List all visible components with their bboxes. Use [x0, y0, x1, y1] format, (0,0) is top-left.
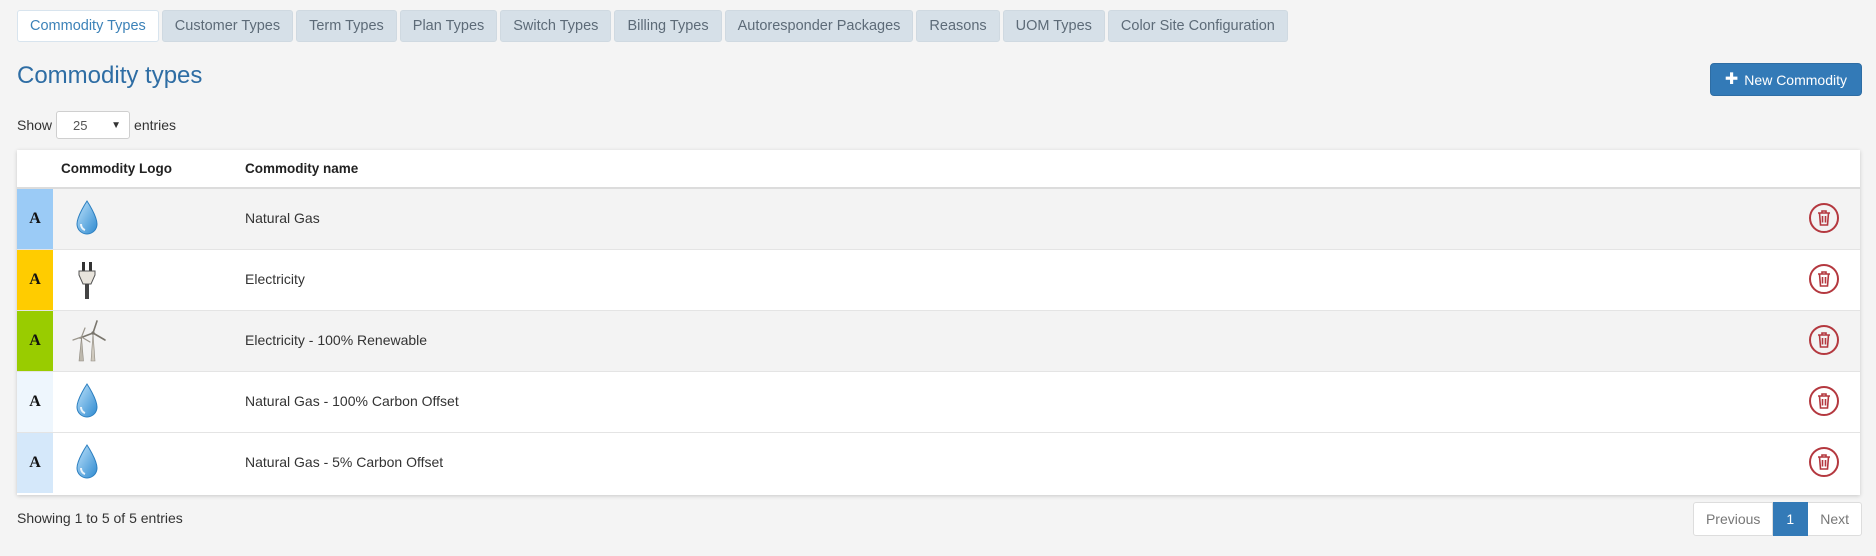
table-row: A Natural Gas - 5% Carbon Offset [17, 433, 1860, 493]
color-swatch: A [17, 250, 53, 310]
delete-button[interactable] [1809, 264, 1839, 294]
wind-turbine-icon [72, 320, 106, 362]
water-drop-icon [76, 444, 98, 479]
trash-icon [1818, 210, 1830, 226]
commodity-name: Electricity [245, 271, 305, 287]
plus-icon: ✚ [1724, 70, 1739, 88]
previous-page-button[interactable]: Previous [1692, 502, 1774, 536]
tab-autoresponder-packages[interactable]: Autoresponder Packages [724, 10, 914, 42]
tab-billing-types[interactable]: Billing Types [614, 10, 722, 42]
water-drop-icon [76, 383, 98, 418]
length-control: Show 25 ▼ entries [17, 111, 176, 139]
tab-color-site-configuration[interactable]: Color Site Configuration [1107, 10, 1288, 42]
table-header: Commodity Logo Commodity name [17, 150, 1860, 189]
tab-bar: Commodity Types Customer Types Term Type… [17, 10, 1288, 42]
entries-label: entries [134, 117, 177, 133]
table-info: Showing 1 to 5 of 5 entries [17, 510, 183, 526]
electric-plug-icon [78, 262, 96, 299]
table-row: A Natural Gas - 100% Carbon Offset [17, 372, 1860, 433]
tab-plan-types[interactable]: Plan Types [399, 10, 498, 42]
tab-customer-types[interactable]: Customer Types [161, 10, 294, 42]
delete-button[interactable] [1809, 447, 1839, 477]
next-page-button[interactable]: Next [1808, 502, 1862, 536]
page-length-value: 25 [73, 117, 88, 133]
tab-term-types[interactable]: Term Types [296, 10, 397, 42]
column-header-name[interactable]: Commodity name [245, 161, 358, 176]
table-row: A Natural Gas [17, 189, 1860, 250]
delete-button[interactable] [1809, 203, 1839, 233]
page-length-select[interactable]: 25 ▼ [56, 111, 131, 139]
page-1-button[interactable]: 1 [1773, 502, 1809, 536]
trash-icon [1818, 271, 1830, 287]
new-commodity-button[interactable]: ✚ New Commodity [1709, 63, 1862, 96]
color-swatch: A [17, 433, 53, 493]
delete-button[interactable] [1809, 325, 1839, 355]
trash-icon [1818, 393, 1830, 409]
water-drop-icon [76, 200, 98, 235]
commodity-name: Natural Gas - 100% Carbon Offset [245, 393, 459, 409]
tab-commodity-types[interactable]: Commodity Types [17, 10, 159, 42]
tab-switch-types[interactable]: Switch Types [500, 10, 612, 42]
tab-uom-types[interactable]: UOM Types [1002, 10, 1105, 42]
commodity-name: Natural Gas [245, 210, 320, 226]
color-swatch: A [17, 189, 53, 249]
new-commodity-label: New Commodity [1744, 71, 1847, 88]
tab-reasons[interactable]: Reasons [916, 10, 1000, 42]
color-swatch: A [17, 372, 53, 432]
chevron-down-icon: ▼ [111, 119, 122, 131]
trash-icon [1818, 454, 1830, 470]
table-row: A Electricity [17, 250, 1860, 311]
page-title: Commodity types [17, 62, 203, 89]
color-swatch: A [17, 311, 53, 371]
commodity-name: Natural Gas - 5% Carbon Offset [245, 454, 444, 470]
commodity-name: Electricity - 100% Renewable [245, 332, 428, 348]
trash-icon [1818, 332, 1830, 348]
pagination: Previous 1 Next [1692, 502, 1862, 536]
commodity-table: Commodity Logo Commodity name A Natural … [17, 150, 1860, 495]
delete-button[interactable] [1809, 386, 1839, 416]
table-row: A Electricity - 100% Renewable [17, 311, 1860, 372]
page: Commodity Types Customer Types Term Type… [0, 0, 1876, 556]
column-header-logo[interactable]: Commodity Logo [61, 161, 172, 176]
show-label: Show [17, 117, 53, 133]
